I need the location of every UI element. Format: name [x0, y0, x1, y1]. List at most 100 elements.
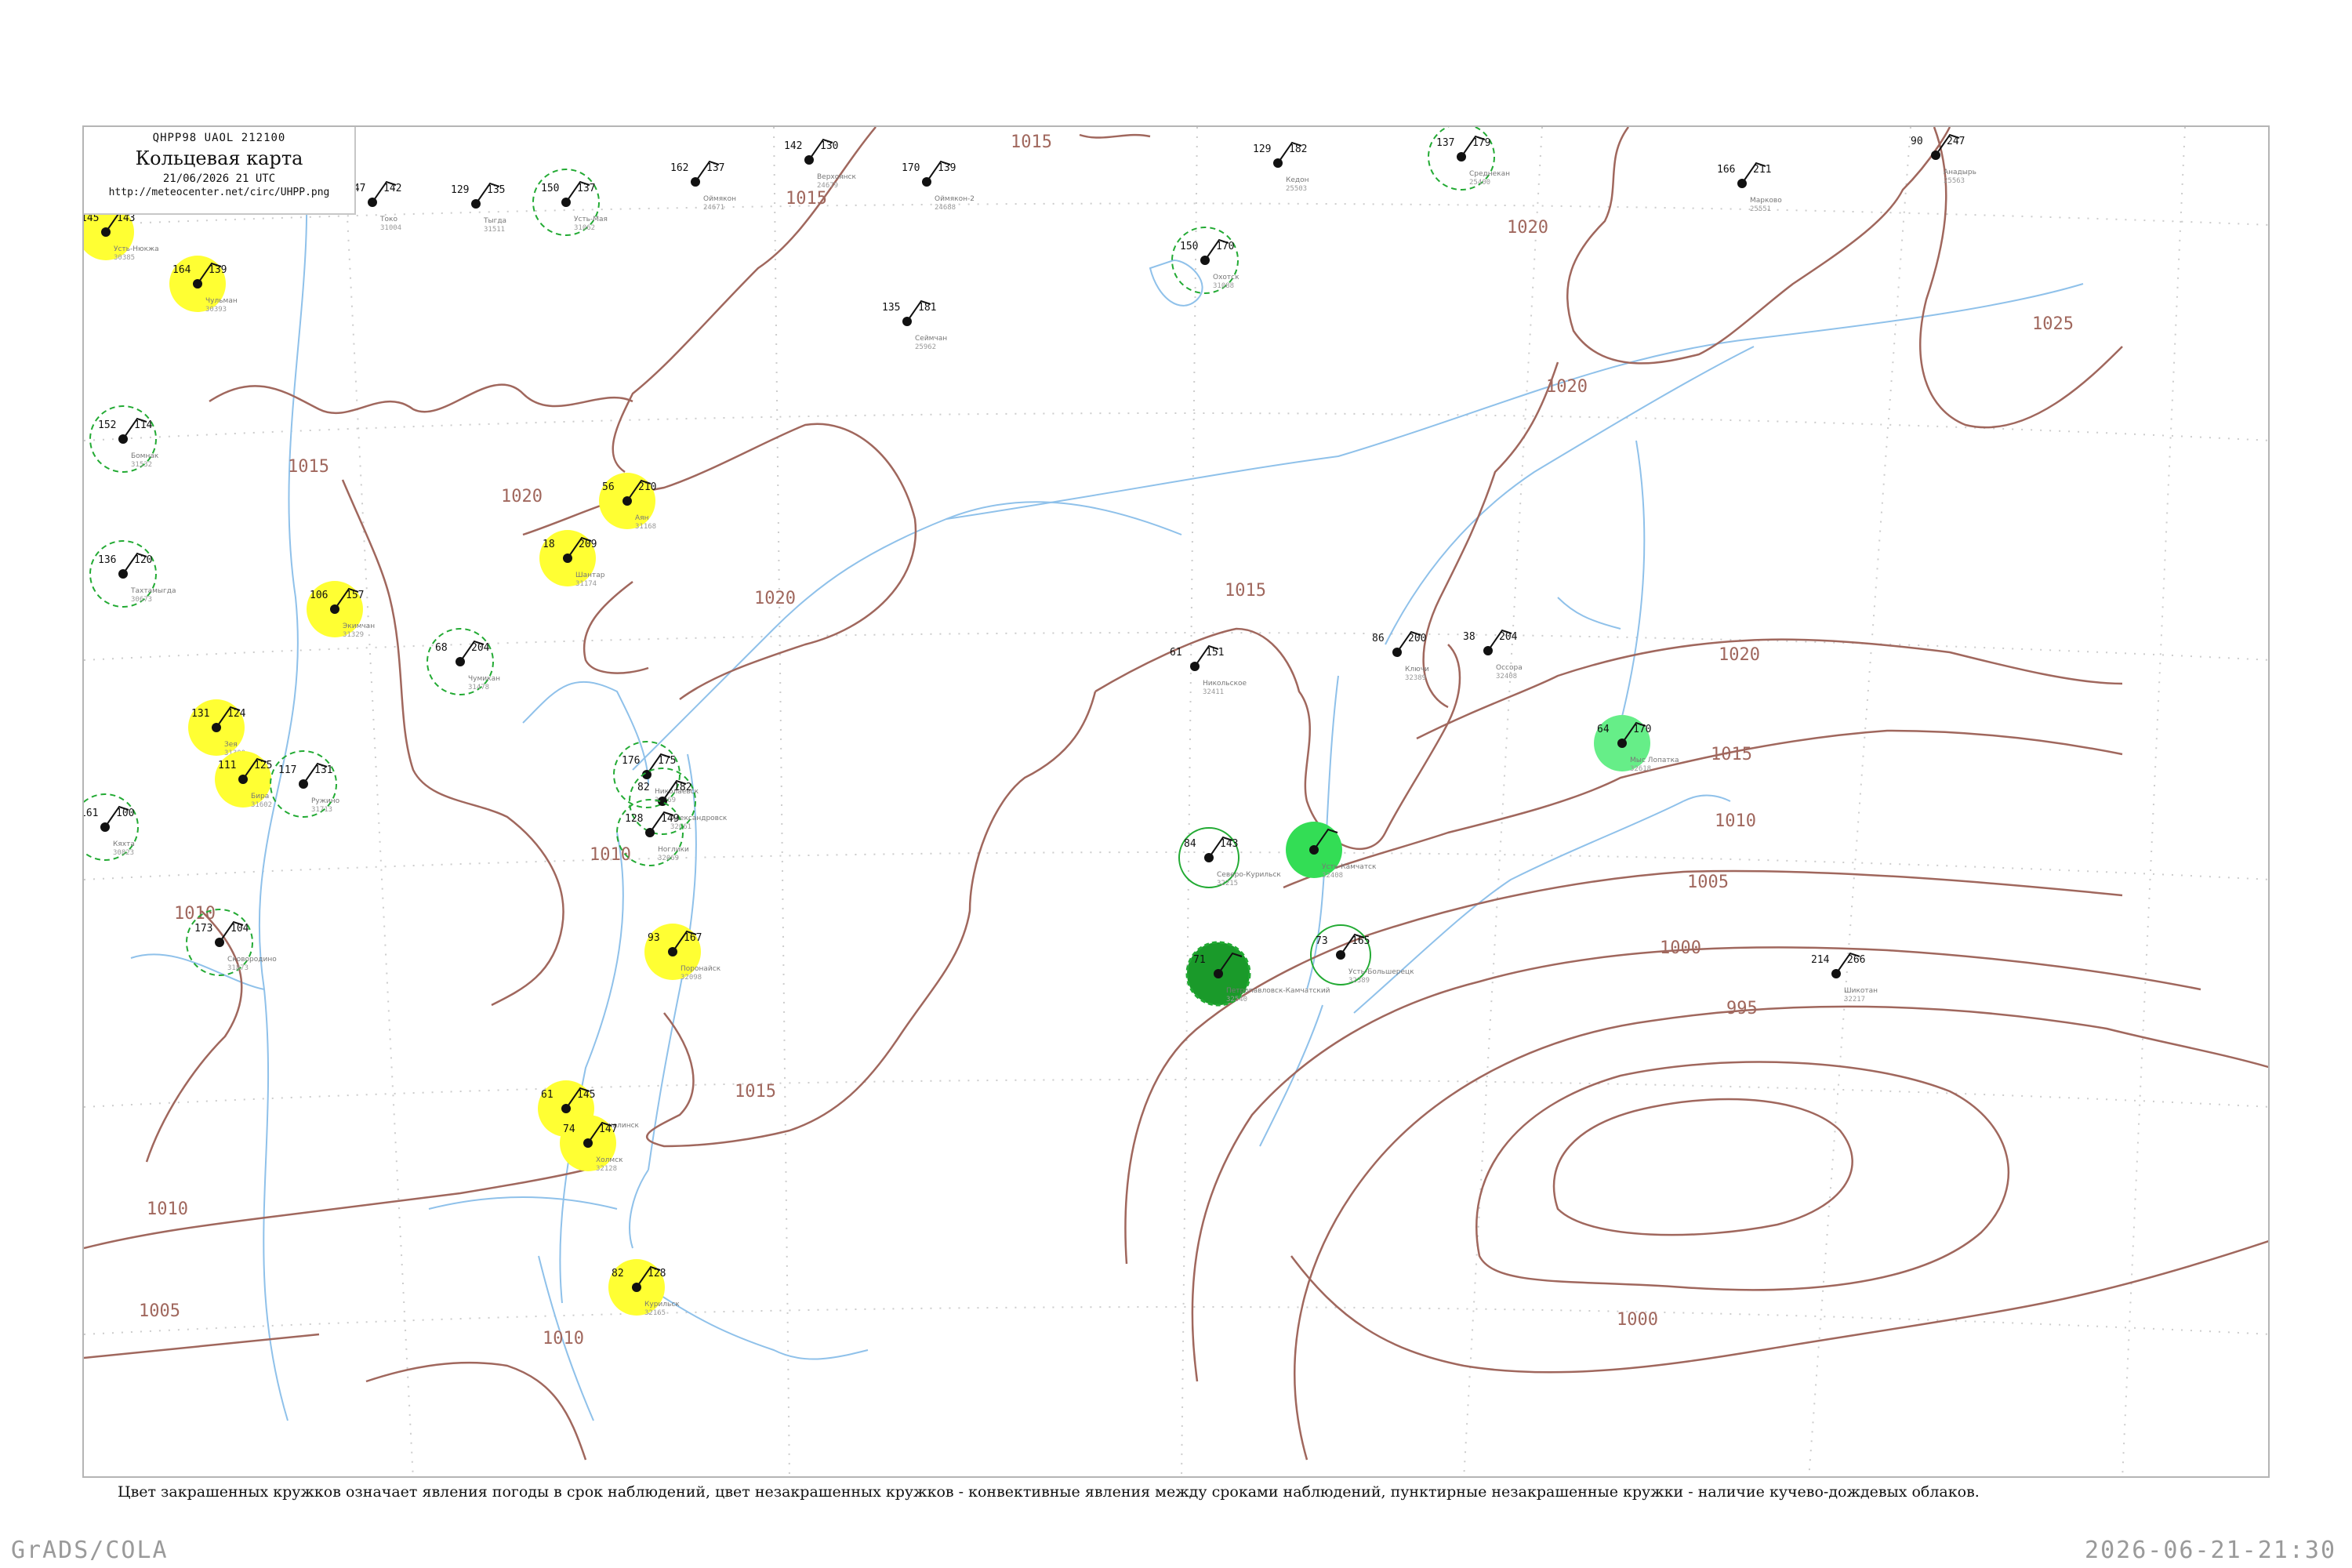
station-plot[interactable]: 86 200 Ключи32389 [1372, 630, 1429, 682]
station-temperature: 82 [637, 782, 650, 793]
station-plot[interactable]: 74 147 Холмск32128 [560, 1115, 623, 1173]
station-pressure: 137 [577, 183, 595, 194]
station-plot[interactable]: 68 204 Чумикан31478 [426, 628, 500, 695]
station-plot[interactable]: 164 139 Чульман30393 [169, 256, 238, 314]
station-pressure: 128 [648, 1268, 666, 1279]
station-name: Ружино [311, 797, 340, 805]
station-temperature: 150 [1180, 241, 1198, 252]
station-id: 32128 [596, 1165, 617, 1173]
station-plot[interactable]: 161 100 Кяхта30823 [84, 793, 139, 861]
station-plot[interactable]: 64 170 Мыс Лопатка32618 [1594, 715, 1679, 773]
station-name: Анадырь [1944, 169, 1976, 176]
station-temperature: 117 [278, 764, 296, 776]
station-temperature: 129 [451, 184, 469, 196]
station-plot[interactable]: 111 125 Бира31602 [215, 751, 272, 809]
station-temperature: 73 [1316, 935, 1328, 947]
station-name: Курильск [644, 1301, 680, 1308]
station-id: 32069 [658, 855, 679, 862]
station-plot[interactable]: 82 128 Курильск32165 [608, 1259, 680, 1317]
station-temperature: 170 [902, 162, 920, 174]
station-plot[interactable]: 73 165 Усть-Большерецк32389 [1310, 924, 1414, 985]
station-plot[interactable]: 150 137 Усть-Мая31062 [532, 169, 608, 236]
station-plot[interactable]: 18 209 Шантар31174 [539, 530, 605, 588]
map-url[interactable]: http://meteocenter.net/circ/UHPP.png [84, 187, 354, 198]
station-plot[interactable]: 142 130 Верхоянск24679 [784, 138, 857, 190]
isobar-labels: 1015 1015 1015 1015 1020 1020 1020 1020 … [139, 132, 2074, 1348]
station-id: 31602 [251, 801, 272, 809]
station-pressure: 210 [638, 481, 656, 493]
station-pressure: 145 [577, 1089, 595, 1101]
station-id: 32408 [1322, 872, 1343, 880]
station-temperature: 64 [1597, 724, 1610, 735]
station-plot[interactable]: 150 170 Охотск31088 [1171, 227, 1240, 294]
station-pressure: 181 [918, 302, 936, 314]
station-pressure: 182 [1289, 143, 1307, 155]
station-pressure: 131 [314, 764, 332, 776]
station-pressure: 247 [1947, 136, 1965, 147]
station-name: Среднекан [1469, 170, 1510, 178]
station-id: 31511 [484, 226, 505, 234]
station-plot[interactable]: 93 167 Поронайск32098 [644, 924, 721, 982]
station-name: Чульман [205, 297, 238, 305]
isobar-995-low [1475, 1061, 2010, 1291]
station-pressure: 139 [938, 162, 956, 174]
station-temperature: 162 [670, 162, 688, 174]
station-temperature: 135 [882, 302, 900, 314]
station-pressure: 143 [1220, 838, 1238, 850]
station-id: 32389 [1405, 674, 1426, 682]
station-pressure: 170 [1216, 241, 1234, 252]
station-plot[interactable]: 84 143 Северо-Курильск32215 [1178, 827, 1281, 888]
station-pressure: 147 [599, 1123, 617, 1135]
station-name: Шикотан [1844, 987, 1878, 995]
station-plot[interactable]: 136 120 Тахтамыгда30673 [89, 540, 176, 608]
station-pressure: 104 [230, 923, 249, 935]
station-plot[interactable]: 129 182 Кедон25503 [1253, 141, 1309, 193]
station-pressure: 100 [116, 808, 134, 819]
station-plot[interactable]: 162 137 Оймякон24671 [670, 160, 736, 212]
station-plot[interactable]: 106 157 Экимчан31329 [307, 581, 375, 639]
station-plot[interactable]: 71 Петропавловск-Камчатский32540 [1185, 941, 1330, 1007]
isobar-1020-west [209, 383, 633, 415]
station-plot[interactable]: 152 114 Бомнак31532 [89, 405, 159, 473]
station-plot[interactable]: 176175Николаевск31369 [613, 741, 699, 808]
station-name: Экимчан [343, 622, 375, 630]
station-plot[interactable]: 135 181 Сеймчан25962 [882, 299, 947, 351]
station-name: Оссора [1496, 664, 1523, 672]
station-temperature: 56 [602, 481, 615, 493]
station-plot[interactable]: 137 179 Среднекан25400 [1428, 127, 1510, 191]
station-name: Ноглики [658, 846, 689, 854]
station-id: 31174 [575, 580, 597, 588]
isobar-label: 1020 [1546, 377, 1588, 397]
station-pressure: 157 [346, 590, 364, 601]
station-plot[interactable]: 131124Зея31300 [188, 699, 246, 757]
station-id: 31478 [468, 684, 489, 691]
station-id: 32215 [1217, 880, 1238, 887]
station-id: 32540 [1226, 996, 1247, 1004]
station-pressure: 200 [1408, 633, 1426, 644]
station-pressure: 139 [209, 264, 227, 276]
station-id: 31062 [574, 224, 595, 232]
isobar-1015-northwest [1079, 133, 1151, 139]
station-plot[interactable]: 61 151 Никольское32411 [1170, 644, 1247, 696]
station-plot[interactable]: 166 211 Марково25551 [1717, 162, 1782, 213]
station-plot[interactable]: 117 131 Ружино31713 [270, 750, 340, 818]
station-id: 24679 [817, 182, 838, 190]
graticule [84, 127, 2268, 1476]
station-name: Аян [635, 514, 649, 522]
station-name: Тахтамыгда [130, 587, 176, 595]
station-plot[interactable]: 214 266 Шикотан32217 [1811, 952, 1878, 1004]
station-pressure: 170 [1633, 724, 1651, 735]
station-name: Сковородино [227, 956, 277, 964]
station-id: 32411 [1203, 688, 1224, 696]
station-plot[interactable]: 56 210 Аян31168 [599, 473, 656, 531]
station-plot[interactable]: 129 135 Тыгда31511 [451, 182, 506, 234]
station-name: Кедон [1286, 176, 1309, 184]
station-name: Усть-Нюкжа [114, 245, 159, 253]
isobar-label: 1015 [786, 189, 827, 209]
station-plot[interactable]: 38 204 Оссора32408 [1463, 629, 1523, 681]
station-name: Чумикан [468, 675, 500, 683]
station-plot[interactable]: Усть-Камчатск32408 [1286, 822, 1377, 880]
station-temperature: 111 [218, 760, 236, 771]
station-name: Оймякон [703, 195, 736, 203]
station-pressure: 182 [673, 782, 691, 793]
